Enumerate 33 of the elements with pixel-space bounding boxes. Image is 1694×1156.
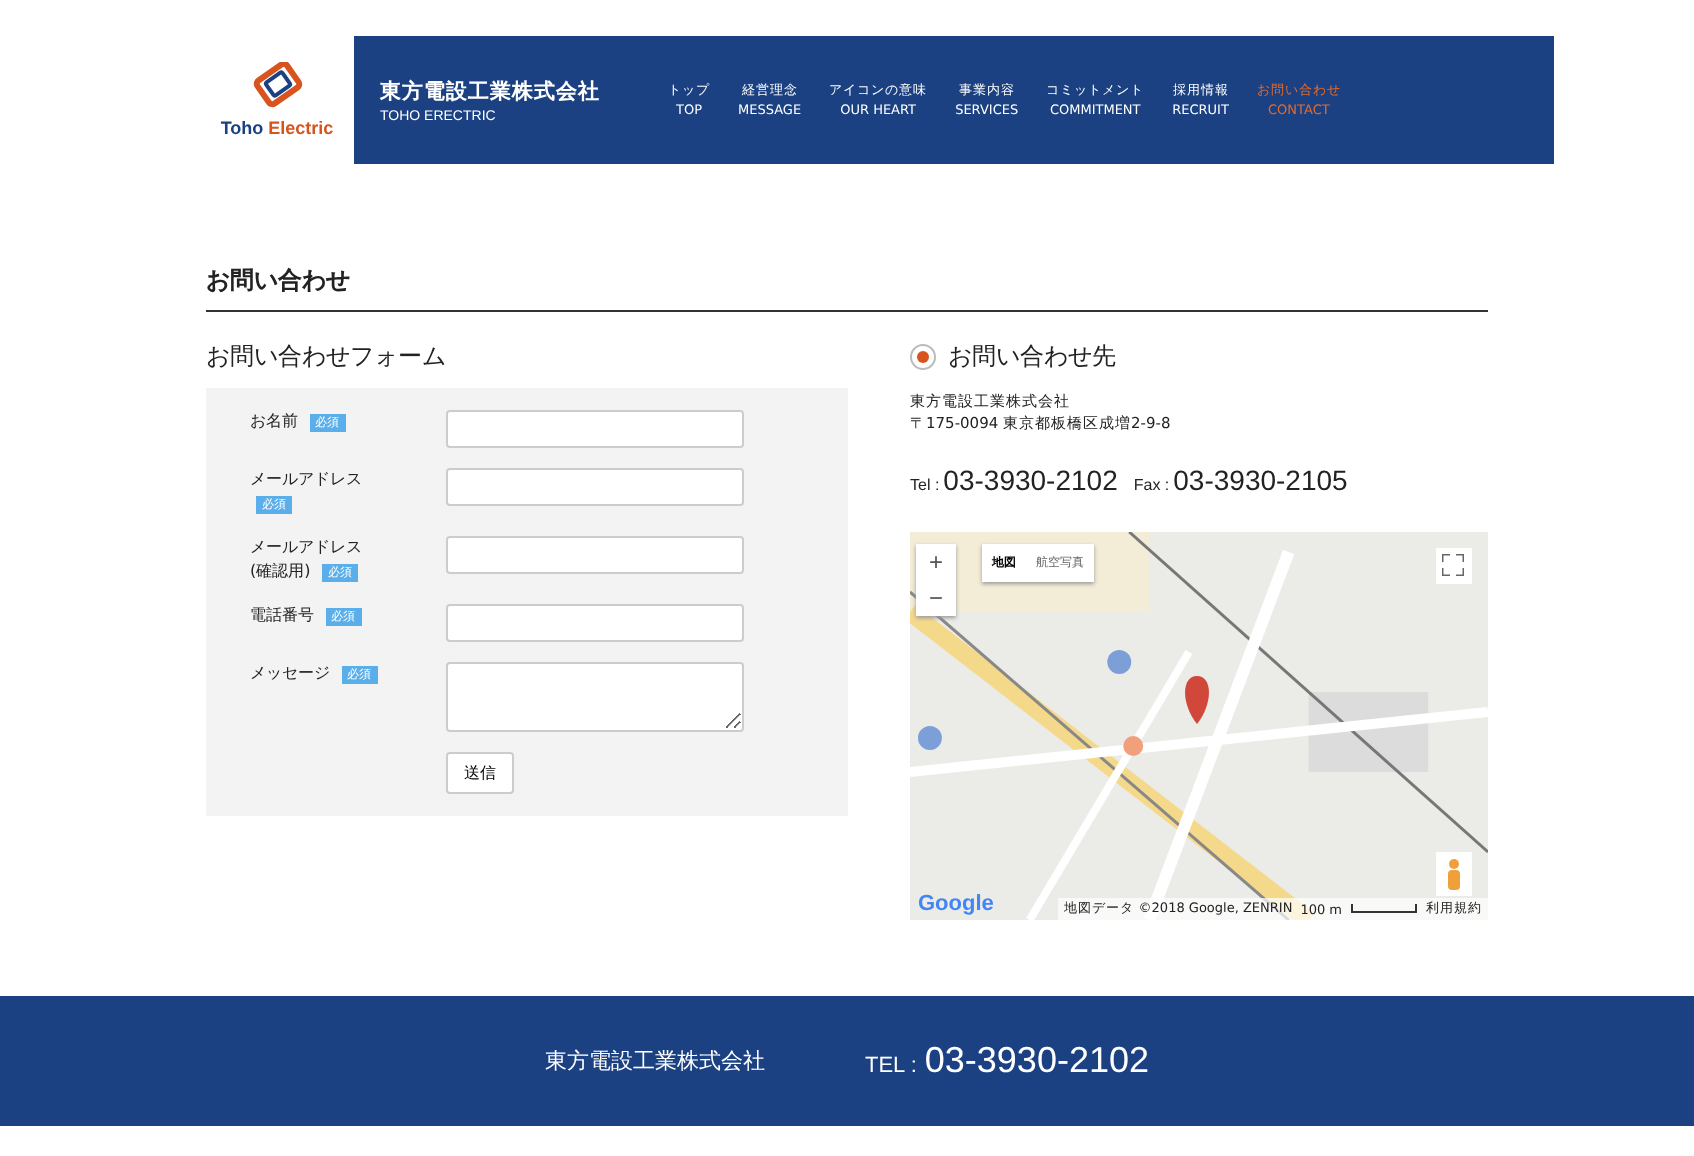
fullscreen-button[interactable]: [1436, 548, 1472, 584]
contact-title: お問い合わせ先: [948, 340, 1116, 374]
input-field[interactable]: [446, 410, 744, 448]
field-label: メールアドレス: [250, 470, 362, 488]
footer-tel-number: 03-3930-2102: [924, 1040, 1149, 1082]
page-title: お問い合わせ: [206, 264, 1488, 312]
submit-button[interactable]: 送信: [446, 752, 514, 794]
radio-bullet-icon: [910, 344, 936, 370]
field-label: メッセージ: [250, 664, 330, 682]
street-view-button[interactable]: [1436, 852, 1472, 896]
message-field[interactable]: [446, 662, 744, 732]
tel-label: Tel :: [910, 476, 940, 494]
zoom-in-button[interactable]: +: [916, 544, 956, 580]
company-name: 東方電設工業株式会社: [380, 77, 602, 105]
footer-tel-label: TEL :: [865, 1053, 917, 1077]
input-field[interactable]: [446, 536, 744, 574]
input-field[interactable]: [446, 604, 744, 642]
form-title: お問い合わせフォーム: [206, 340, 448, 374]
fullscreen-icon: [1442, 554, 1464, 576]
footer-company: 東方電設工業株式会社: [545, 1046, 765, 1076]
field-label: 電話番号: [250, 606, 314, 624]
scale-bar-icon: [1350, 904, 1418, 914]
field-label: (確認用): [250, 562, 311, 580]
field-label: お名前: [250, 412, 298, 430]
map-logo: Google: [918, 892, 994, 916]
person-icon: [1446, 858, 1462, 890]
input-field[interactable]: [446, 468, 744, 506]
fax-number: 03-3930-2105: [1173, 464, 1348, 496]
tel-number: 03-3930-2102: [943, 464, 1118, 496]
fax-label: Fax :: [1133, 476, 1170, 494]
field-label: メールアドレス: [250, 536, 362, 560]
zoom-out-button[interactable]: −: [916, 580, 956, 616]
logo-text: Toho Electric: [220, 118, 334, 138]
